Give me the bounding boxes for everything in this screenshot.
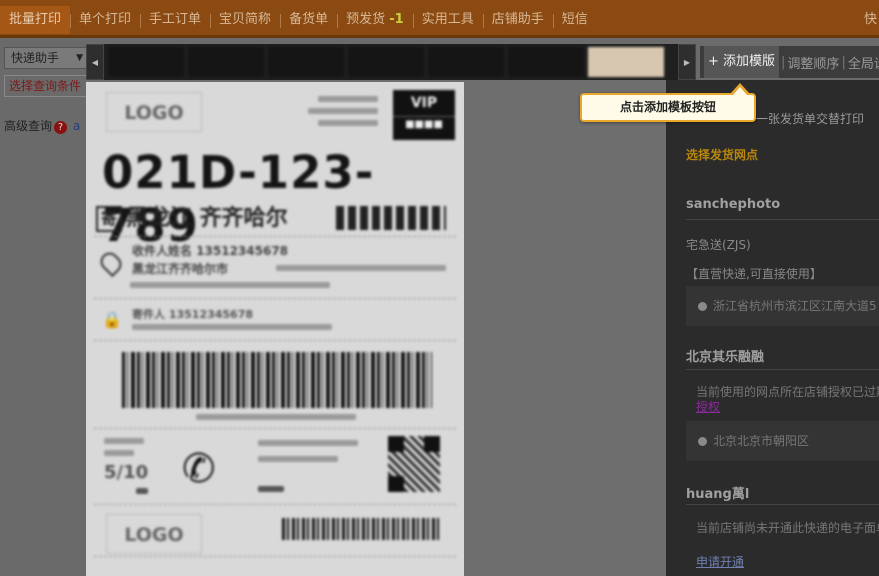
carrier-name: 宅急送(ZJS) [686,238,751,252]
tab-tools[interactable]: 实用工具 [412,6,483,34]
label-line [104,450,134,456]
sender-name: 寄件人 13512345678 [132,308,254,321]
divider [686,504,879,505]
label-line [258,486,284,492]
label-divider [94,428,456,429]
template-strip: ◀ ▶ [86,44,696,80]
label-divider [94,236,456,237]
not-activated-note: 当前店铺尚未开通此快递的电子面单 [696,521,879,535]
label-line [308,108,378,114]
tab-stock-list[interactable]: 备货单 [280,6,337,34]
barcode-small [282,518,442,540]
nav-right-link[interactable]: 快 [864,6,879,34]
label-divider [94,504,456,505]
authorize-link[interactable]: 授权 [696,398,720,415]
template-thumb[interactable] [348,47,424,77]
auth-expired-note: 当前使用的网点所在店铺授权已过期 [696,385,879,399]
choose-outlet-heading: 选择发货网点 [686,148,759,162]
label-line [318,120,378,126]
vip-badge: VIP ■■■■ [393,90,455,140]
vip-badge-sub: ■■■■ [393,116,455,133]
chevron-left-icon: ◀ [91,58,99,67]
template-thumb[interactable] [268,47,344,77]
tab-sms[interactable]: 短信 [552,6,597,34]
label-divider [94,556,456,557]
phone-icon: ✆ [182,446,216,492]
shipping-label-preview[interactable]: LOGO VIP ■■■■ 021D-123-789 寄黑龙江 齐齐哈尔 收件人姓… [86,82,464,576]
label-line [104,438,144,444]
destination-bar [336,206,446,230]
template-canvas: LOGO VIP ■■■■ 021D-123-789 寄黑龙江 齐齐哈尔 收件人姓… [86,80,666,576]
tab-single-print[interactable]: 单个打印 [70,6,140,34]
radio-icon [698,302,707,311]
piece-count: 5/10 [104,462,149,483]
label-line [132,324,332,330]
tab-shop-assistant[interactable]: 店铺助手 [482,6,553,34]
label-line [130,282,330,288]
template-thumb-active[interactable] [588,47,664,77]
shop-name: sanchephoto [686,197,781,212]
label-line [318,96,378,102]
advanced-query-extra[interactable]: a [73,119,80,133]
print-mode-note: 一张发货单交替打印 [756,112,865,126]
tab-pre-ship[interactable]: 预发货 -1 [337,6,413,34]
adjust-order-button[interactable]: 调整顺序 [787,53,839,72]
template-thumb[interactable] [428,47,504,77]
shop-name: 北京其乐融融 [686,350,765,365]
outlet-address-option[interactable]: 北京北京市朝阳区 [686,421,879,461]
add-template-tooltip: 点击添加模板按钮 [580,83,756,122]
label-logo-bottom: LOGO [106,514,202,554]
apply-activation-link[interactable]: 申请开通 [696,553,744,570]
label-divider [94,340,456,341]
strip-next-button[interactable]: ▶ [678,44,696,80]
tab-batch-print[interactable]: 批量打印 [0,6,71,34]
radio-icon [698,437,707,446]
template-thumb[interactable] [188,47,264,77]
template-thumb[interactable] [108,47,184,77]
global-settings-button[interactable]: 全局设 [848,53,879,72]
chevron-right-icon: ▶ [683,58,691,67]
label-divider [94,298,456,299]
recipient-address: 黑龙江齐齐哈尔市 [132,262,229,276]
add-template-button[interactable]: + 添加模版 [704,46,780,78]
advanced-query[interactable]: 高级查询? a [4,117,80,134]
help-icon[interactable]: ? [54,121,68,134]
divider: | [841,54,846,70]
outlet-panel: 一张发货单交替打印 选择发货网点 sanchephoto 宅急送(ZJS) 【直… [666,80,879,576]
label-line [276,265,446,271]
top-navigation: 批量打印 单个打印 手工订单 宝贝简称 备货单 预发货 -1 实用工具 店铺助手… [0,0,879,38]
qr-code [388,436,440,492]
barcode [122,352,432,408]
destination-box: 寄 [96,206,122,232]
page: 批量打印 单个打印 手工订单 宝贝简称 备货单 预发货 -1 实用工具 店铺助手… [0,0,879,576]
template-thumb[interactable] [508,47,584,77]
divider [686,369,879,370]
template-toolbar: + 添加模版 | 调整顺序 | 全局设 [700,46,879,78]
tab-item-shortname[interactable]: 宝贝简称 [210,6,280,34]
left-sidebar: 快递助手 ▼ 选择查询条件 高级查询? a [0,41,104,576]
shop-name: huang萬l [686,487,750,502]
label-line [258,456,338,462]
assistant-select[interactable]: 快递助手 ▼ [4,47,92,69]
divider: | [781,54,786,70]
destination: 寄黑龙江 齐齐哈尔 [96,200,288,232]
label-line [258,440,358,446]
label-logo: LOGO [106,92,202,132]
strip-prev-button[interactable]: ◀ [86,44,104,80]
label-line [136,488,148,494]
outlet-address-option[interactable]: 浙江省杭州市滨江区江南大道5 [686,286,879,326]
carrier-note: 【直营快递,可直接使用】 [686,267,822,281]
lock-icon: 🔒 [102,310,122,329]
recipient-name: 收件人姓名 13512345678 [132,244,289,258]
location-pin-icon [96,248,126,278]
chevron-down-icon: ▼ [76,53,83,63]
label-line [196,414,356,420]
divider [686,219,879,220]
tab-manual-order[interactable]: 手工订单 [140,6,210,34]
pre-ship-count-badge: -1 [389,12,404,27]
